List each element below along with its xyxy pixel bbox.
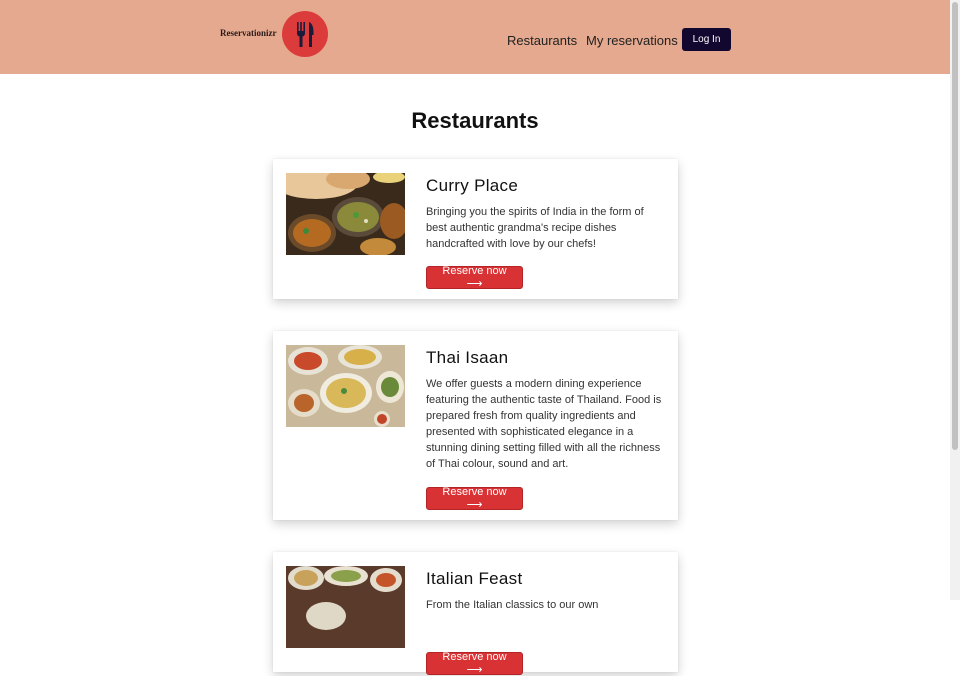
reserve-now-button[interactable]: Reserve now ⟶ [426,486,523,511]
restaurant-card: Curry Place Bringing you the spirits of … [273,159,678,299]
reserve-now-button[interactable]: Reserve now ⟶ [426,651,523,676]
restaurant-image [286,173,405,255]
restaurant-description: We offer guests a modern dining experien… [426,378,662,470]
card-body: Curry Place Bringing you the spirits of … [426,176,662,252]
site-header: Reservationizr Restaurants My reservatio… [0,0,950,74]
login-button[interactable]: Log In [682,28,731,51]
restaurant-name: Thai Isaan [426,348,509,367]
page-title: Restaurants [411,108,539,133]
restaurant-image [286,566,405,648]
card-body: Thai Isaan We offer guests a modern dini… [426,348,662,472]
card-body: Italian Feast From the Italian classics … [426,569,662,613]
restaurant-name: Curry Place [426,176,519,195]
restaurant-name: Italian Feast [426,569,523,588]
restaurant-description: From the Italian classics to our own [426,599,599,611]
brand[interactable]: Reservationizr [220,11,329,57]
nav-my-reservations[interactable]: My reservations [586,33,678,48]
reserve-now-button[interactable]: Reserve now ⟶ [426,265,523,290]
restaurant-description: Bringing you the spirits of India in the… [426,206,644,250]
restaurant-image [286,345,405,427]
nav-restaurants[interactable]: Restaurants [507,33,577,48]
fork-knife-icon [282,11,329,57]
restaurant-card: Italian Feast From the Italian classics … [273,552,678,676]
brand-name: Reservationizr [220,27,277,38]
scrollbar-thumb[interactable] [952,2,958,450]
restaurant-card: Thai Isaan We offer guests a modern dini… [273,331,678,520]
